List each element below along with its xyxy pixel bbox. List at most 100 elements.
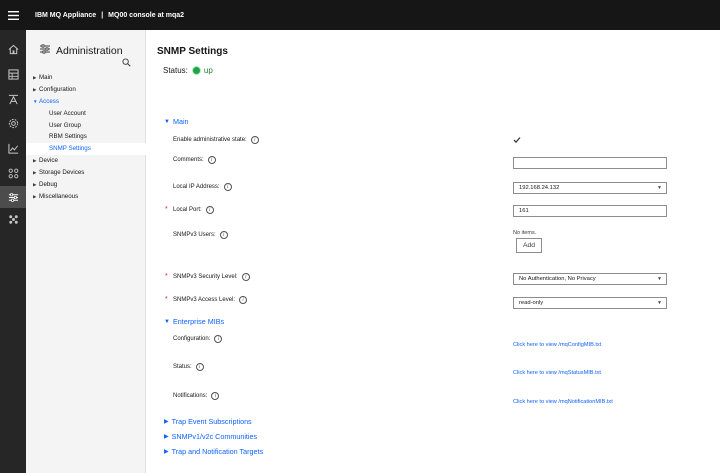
settings-icon[interactable] bbox=[0, 112, 26, 134]
sidebar-item-label: Debug bbox=[39, 181, 58, 189]
title-separator: | bbox=[101, 11, 104, 19]
section-targets-toggle[interactable]: ▶ Trap and Notification Targets bbox=[164, 447, 263, 456]
section-main-label: Main bbox=[172, 117, 189, 126]
mib-configuration-text: Configuration: bbox=[173, 336, 211, 342]
info-icon[interactable]: i bbox=[223, 183, 232, 191]
chevron-right-icon: ▶ bbox=[33, 75, 37, 80]
config-mib-link[interactable]: Click here to view /mqConfigMIB.txt bbox=[513, 342, 601, 348]
info-icon[interactable]: i bbox=[207, 156, 216, 164]
status-value: up bbox=[203, 66, 213, 75]
page-title: SNMP Settings bbox=[157, 46, 228, 57]
sidebar-item-access[interactable]: ▼ Access bbox=[26, 96, 146, 108]
section-communities-label: SNMPv1/v2c Communities bbox=[171, 432, 258, 441]
local-ip-value: 192.168.24.132 bbox=[519, 185, 560, 191]
local-ip-select[interactable]: 192.168.24.132 ▼ bbox=[513, 182, 667, 194]
snmpv3-users-label: SNMPv3 Users: i bbox=[173, 231, 228, 239]
sidebar-item-label: User Account bbox=[49, 109, 86, 117]
mib-notifications-label: Notifications: i bbox=[173, 392, 220, 400]
enable-admin-state-label: Enable administrative state: i bbox=[173, 136, 259, 144]
status-ok-icon bbox=[191, 66, 201, 75]
sidebar-item-configuration[interactable]: ▶ Configuration bbox=[26, 84, 146, 96]
sidebar-item-label: User Group bbox=[49, 121, 81, 129]
sidebar-item-label: Configuration bbox=[39, 85, 76, 93]
section-communities-toggle[interactable]: ▶ SNMPv1/v2c Communities bbox=[164, 432, 257, 441]
queue-manager-icon[interactable] bbox=[0, 88, 26, 110]
sidebar-item-device[interactable]: ▶ Device bbox=[26, 155, 146, 167]
section-enterprise-mibs-toggle[interactable]: ▼ Enterprise MIBs bbox=[164, 317, 224, 326]
info-icon[interactable]: i bbox=[214, 335, 223, 343]
main-content: SNMP Settings Status: up ▼ Main Enable ad… bbox=[146, 30, 720, 473]
local-port-text: Local Port: bbox=[173, 207, 202, 213]
sidebar-item-miscellaneous[interactable]: ▶ Miscellaneous bbox=[26, 191, 146, 203]
checkmark-icon bbox=[513, 137, 521, 144]
section-main-toggle[interactable]: ▼ Main bbox=[164, 117, 189, 126]
local-ip-label: Local IP Address: i bbox=[173, 183, 232, 191]
sidebar-item-debug[interactable]: ▶ Debug bbox=[26, 179, 146, 191]
home-icon[interactable] bbox=[0, 38, 26, 60]
local-port-field[interactable]: 161 bbox=[513, 205, 667, 217]
mib-status-text: Status: bbox=[173, 364, 192, 370]
top-bar: IBM MQ Appliance | MQ00 console at mqa2 bbox=[0, 0, 720, 30]
side-navigation: Administration ▶ Main ▶ Configuration ▼ Acc… bbox=[26, 30, 146, 473]
tree-icon[interactable] bbox=[0, 208, 26, 230]
sidebar-item-rbm-settings[interactable]: RBM Settings bbox=[26, 131, 146, 143]
sidebar-item-label: Access bbox=[39, 97, 59, 105]
status-mib-link[interactable]: Click here to view /mqStatusMIB.txt bbox=[513, 370, 601, 376]
sidebar-item-label: SNMP Settings bbox=[49, 145, 91, 153]
dashboard-icon[interactable] bbox=[0, 63, 26, 85]
status-line: Status: up bbox=[163, 66, 213, 75]
section-trap-event-toggle[interactable]: ▶ Trap Event Subscriptions bbox=[164, 417, 252, 426]
sidebar-item-main[interactable]: ▶ Main bbox=[26, 72, 146, 84]
info-icon[interactable]: i bbox=[239, 296, 248, 304]
sidebar-item-user-group[interactable]: User Group bbox=[26, 120, 146, 132]
caret-down-icon: ▼ bbox=[657, 185, 662, 191]
sidebar-item-snmp-settings[interactable]: SNMP Settings bbox=[26, 143, 146, 156]
enable-admin-state-text: Enable administrative state: bbox=[173, 137, 247, 143]
mib-configuration-label: Configuration: i bbox=[173, 335, 223, 343]
icon-rail bbox=[0, 30, 26, 473]
chevron-right-icon: ▶ bbox=[33, 170, 37, 176]
required-asterisk: * bbox=[165, 273, 168, 280]
required-asterisk: * bbox=[165, 206, 168, 213]
info-icon[interactable]: i bbox=[211, 392, 220, 400]
sidebar-item-label: Miscellaneous bbox=[39, 192, 79, 200]
notification-mib-link[interactable]: Click here to view /mqNotificationMIB.tx… bbox=[513, 399, 613, 405]
product-name: IBM MQ Appliance bbox=[35, 11, 97, 19]
sidebar-item-label: Storage Devices bbox=[39, 169, 85, 177]
add-user-button[interactable]: Add bbox=[516, 238, 542, 253]
info-icon[interactable]: i bbox=[195, 363, 204, 371]
administration-icon[interactable] bbox=[0, 186, 26, 208]
sidebar-title: Administration bbox=[56, 45, 123, 57]
comments-field[interactable] bbox=[513, 157, 667, 169]
search-icon[interactable] bbox=[122, 54, 131, 72]
access-level-label: SNMPv3 Access Level: i bbox=[173, 296, 248, 304]
security-level-select[interactable]: No Authentication, No Privacy ▼ bbox=[513, 273, 667, 285]
access-level-select[interactable]: read-only ▼ bbox=[513, 297, 667, 309]
security-level-label: SNMPv3 Security Level: i bbox=[173, 273, 250, 281]
sidebar-item-user-account[interactable]: User Account bbox=[26, 108, 146, 120]
section-targets-label: Trap and Notification Targets bbox=[171, 447, 264, 456]
enable-admin-state-checkbox[interactable] bbox=[513, 136, 521, 144]
info-icon[interactable]: i bbox=[250, 136, 259, 144]
chevron-down-icon: ▼ bbox=[164, 318, 170, 325]
comments-text: Comments: bbox=[173, 157, 204, 163]
security-level-text: SNMPv3 Security Level: bbox=[173, 274, 238, 280]
chevron-right-icon: ▶ bbox=[33, 193, 37, 199]
snmpv3-users-text: SNMPv3 Users: bbox=[173, 232, 216, 238]
info-icon[interactable]: i bbox=[241, 273, 250, 281]
network-icon[interactable] bbox=[0, 162, 26, 184]
hamburger-menu-icon[interactable] bbox=[0, 0, 26, 30]
mib-status-label: Status: i bbox=[173, 363, 204, 371]
comments-label: Comments: i bbox=[173, 156, 216, 164]
local-ip-text: Local IP Address: bbox=[173, 184, 220, 190]
sidebar-item-label: Device bbox=[39, 157, 58, 165]
administration-header-icon bbox=[39, 42, 51, 60]
info-icon[interactable]: i bbox=[205, 206, 214, 214]
section-enterprise-mibs-label: Enterprise MIBs bbox=[172, 317, 225, 326]
sidebar-item-label: Main bbox=[39, 74, 53, 81]
chart-icon[interactable] bbox=[0, 137, 26, 159]
app-title: IBM MQ Appliance | MQ00 console at mqa2 bbox=[35, 12, 184, 19]
info-icon[interactable]: i bbox=[219, 231, 228, 239]
mib-notifications-text: Notifications: bbox=[173, 393, 208, 399]
sidebar-item-storage-devices[interactable]: ▶ Storage Devices bbox=[26, 167, 146, 179]
